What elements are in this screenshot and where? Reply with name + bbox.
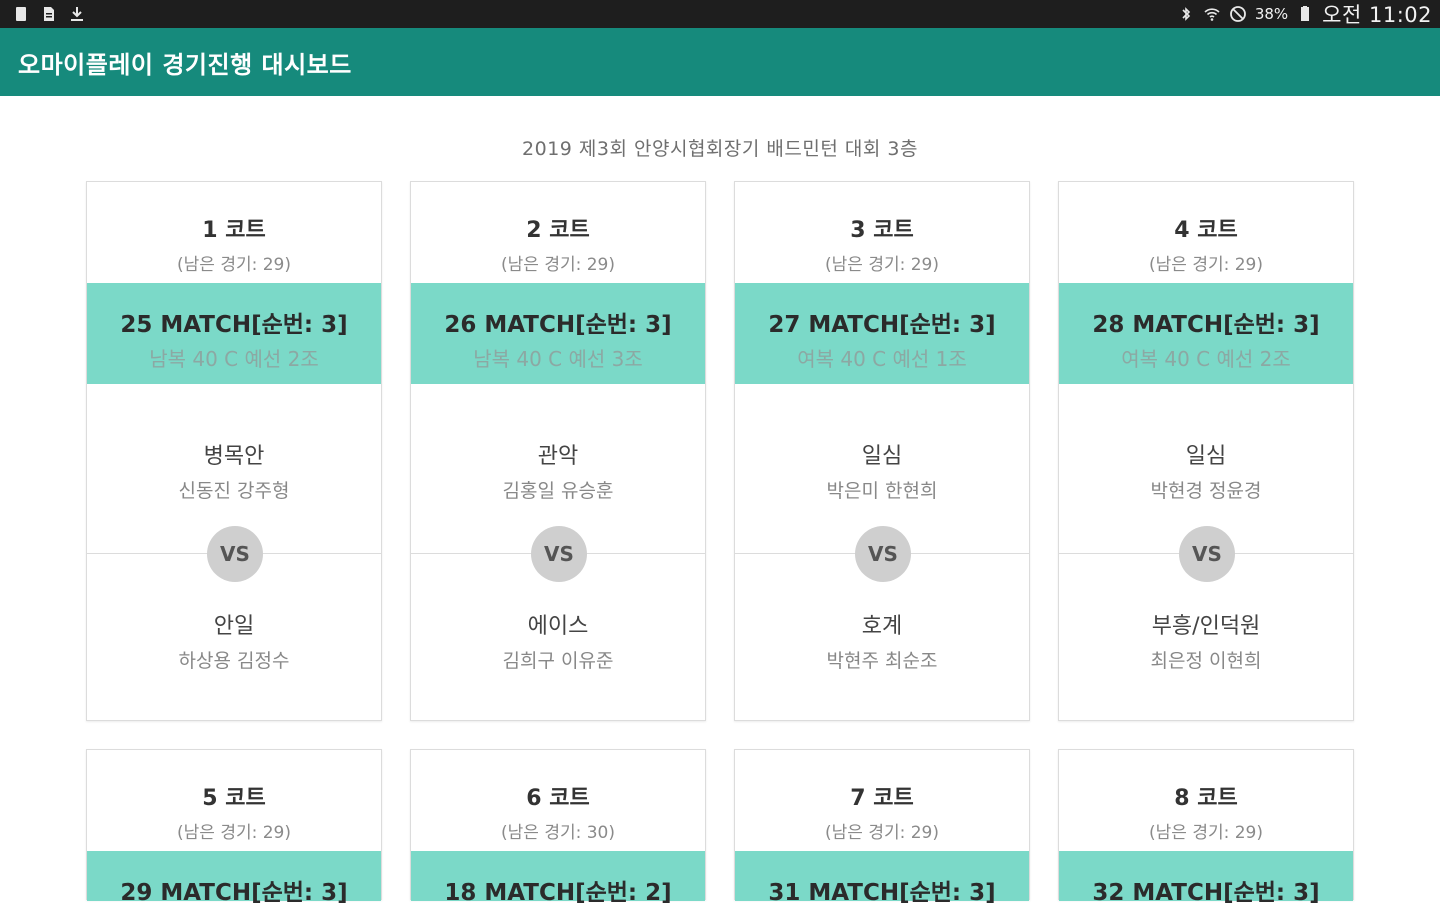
court-name: 7 코트	[850, 786, 914, 811]
court-name: 4 코트	[1174, 218, 1238, 243]
team-players: 최은정 이현희	[1150, 650, 1262, 672]
court-remaining: (남은 경기: 29)	[825, 255, 939, 275]
court-card[interactable]: 3 코트 (남은 경기: 29) 27 MATCH[순번: 3] 여복 40 C…	[734, 181, 1030, 721]
status-bar-right: 38% 오전 11:02	[1177, 0, 1440, 29]
event-title: 2019 제3회 안양시협회장기 배드민턴 대회 3층	[522, 138, 918, 160]
team-name: 호계	[861, 614, 903, 639]
team-name: 일심	[861, 444, 903, 469]
court-remaining: (남은 경기: 29)	[825, 823, 939, 843]
app-title: 오마이플레이 경기진행 대시보드	[18, 50, 352, 79]
team-b: 호계 박현주 최순조	[735, 608, 1029, 673]
match-bar: 29 MATCH[순번: 3]	[87, 851, 381, 906]
court-card[interactable]: 4 코트 (남은 경기: 29) 28 MATCH[순번: 3] 여복 40 C…	[1058, 181, 1354, 721]
vs-badge: VS	[207, 526, 263, 582]
court-name: 3 코트	[850, 218, 914, 243]
match-bar: 28 MATCH[순번: 3] 여복 40 C 예선 2조	[1059, 283, 1353, 384]
court-remaining: (남은 경기: 29)	[501, 255, 615, 275]
document-icon	[40, 5, 58, 23]
court-header: 4 코트 (남은 경기: 29)	[1059, 182, 1353, 282]
court-name: 2 코트	[526, 218, 590, 243]
match-bar: 27 MATCH[순번: 3] 여복 40 C 예선 1조	[735, 283, 1029, 384]
match-bar: 18 MATCH[순번: 2]	[411, 851, 705, 906]
team-b: 에이스 김희구 이유준	[411, 608, 705, 673]
match-title: 25 MATCH[순번: 3]	[120, 312, 348, 338]
phone-storage-icon	[12, 5, 30, 23]
match-title: 27 MATCH[순번: 3]	[768, 312, 996, 338]
team-name: 안일	[213, 614, 255, 639]
court-remaining: (남은 경기: 29)	[177, 823, 291, 843]
vs-badge: VS	[531, 526, 587, 582]
court-remaining: (남은 경기: 30)	[501, 823, 615, 843]
match-title: 28 MATCH[순번: 3]	[1092, 312, 1320, 338]
status-bar: 38% 오전 11:02	[0, 0, 1440, 28]
team-players: 김희구 이유준	[502, 650, 614, 672]
app-bar: 오마이플레이 경기진행 대시보드	[0, 28, 1440, 96]
court-header: 6 코트 (남은 경기: 30)	[411, 750, 705, 850]
court-card[interactable]: 1 코트 (남은 경기: 29) 25 MATCH[순번: 3] 남복 40 C…	[86, 181, 382, 721]
status-time: 오전 11:02	[1322, 3, 1432, 27]
court-name: 1 코트	[202, 218, 266, 243]
court-remaining: (남은 경기: 29)	[1149, 255, 1263, 275]
battery-icon	[1296, 5, 1314, 23]
court-card[interactable]: 5 코트 (남은 경기: 29) 29 MATCH[순번: 3]	[86, 749, 382, 906]
team-a: 병목안 신동진 강주형	[87, 438, 381, 503]
team-players: 하상용 김정수	[178, 650, 290, 672]
match-desc: 여복 40 C 예선 2조	[1121, 347, 1291, 371]
court-header: 7 코트 (남은 경기: 29)	[735, 750, 1029, 850]
battery-percent: 38%	[1254, 5, 1289, 23]
court-remaining: (남은 경기: 29)	[1149, 823, 1263, 843]
team-players: 신동진 강주형	[178, 480, 290, 502]
match-title: 31 MATCH[순번: 3]	[768, 880, 996, 906]
court-name: 5 코트	[202, 786, 266, 811]
vs-badge: VS	[1179, 526, 1235, 582]
match-bar: 25 MATCH[순번: 3] 남복 40 C 예선 2조	[87, 283, 381, 384]
court-header: 8 코트 (남은 경기: 29)	[1059, 750, 1353, 850]
team-name: 일심	[1185, 444, 1227, 469]
court-name: 8 코트	[1174, 786, 1238, 811]
team-a: 관악 김홍일 유승훈	[411, 438, 705, 503]
team-name: 관악	[537, 444, 579, 469]
match-desc: 남복 40 C 예선 3조	[473, 347, 643, 371]
match-title: 29 MATCH[순번: 3]	[120, 880, 348, 906]
do-not-disturb-icon	[1229, 5, 1247, 23]
match-bar: 31 MATCH[순번: 3]	[735, 851, 1029, 906]
match-bar: 32 MATCH[순번: 3]	[1059, 851, 1353, 906]
team-name: 부흥/인덕원	[1151, 614, 1261, 639]
match-desc: 남복 40 C 예선 2조	[149, 347, 319, 371]
court-card[interactable]: 7 코트 (남은 경기: 29) 31 MATCH[순번: 3]	[734, 749, 1030, 906]
court-remaining: (남은 경기: 29)	[177, 255, 291, 275]
match-desc: 여복 40 C 예선 1조	[797, 347, 967, 371]
match-title: 26 MATCH[순번: 3]	[444, 312, 672, 338]
status-bar-left	[0, 5, 86, 23]
team-players: 김홍일 유승훈	[502, 480, 614, 502]
wifi-icon	[1203, 5, 1221, 23]
team-players: 박현경 정윤경	[1150, 480, 1262, 502]
download-icon	[68, 5, 86, 23]
court-header: 5 코트 (남은 경기: 29)	[87, 750, 381, 850]
match-bar: 26 MATCH[순번: 3] 남복 40 C 예선 3조	[411, 283, 705, 384]
match-title: 32 MATCH[순번: 3]	[1092, 880, 1320, 906]
team-players: 박현주 최순조	[826, 650, 938, 672]
court-header: 3 코트 (남은 경기: 29)	[735, 182, 1029, 282]
team-b: 부흥/인덕원 최은정 이현희	[1059, 608, 1353, 673]
team-players: 박은미 한현희	[826, 480, 938, 502]
court-card[interactable]: 6 코트 (남은 경기: 30) 18 MATCH[순번: 2]	[410, 749, 706, 906]
court-header: 1 코트 (남은 경기: 29)	[87, 182, 381, 282]
team-b: 안일 하상용 김정수	[87, 608, 381, 673]
team-a: 일심 박현경 정윤경	[1059, 438, 1353, 503]
bluetooth-icon	[1177, 5, 1195, 23]
court-card[interactable]: 8 코트 (남은 경기: 29) 32 MATCH[순번: 3]	[1058, 749, 1354, 906]
match-title: 18 MATCH[순번: 2]	[444, 880, 672, 906]
court-header: 2 코트 (남은 경기: 29)	[411, 182, 705, 282]
team-a: 일심 박은미 한현희	[735, 438, 1029, 503]
court-card[interactable]: 2 코트 (남은 경기: 29) 26 MATCH[순번: 3] 남복 40 C…	[410, 181, 706, 721]
team-name: 에이스	[527, 614, 589, 639]
vs-badge: VS	[855, 526, 911, 582]
court-name: 6 코트	[526, 786, 590, 811]
team-name: 병목안	[203, 444, 265, 469]
